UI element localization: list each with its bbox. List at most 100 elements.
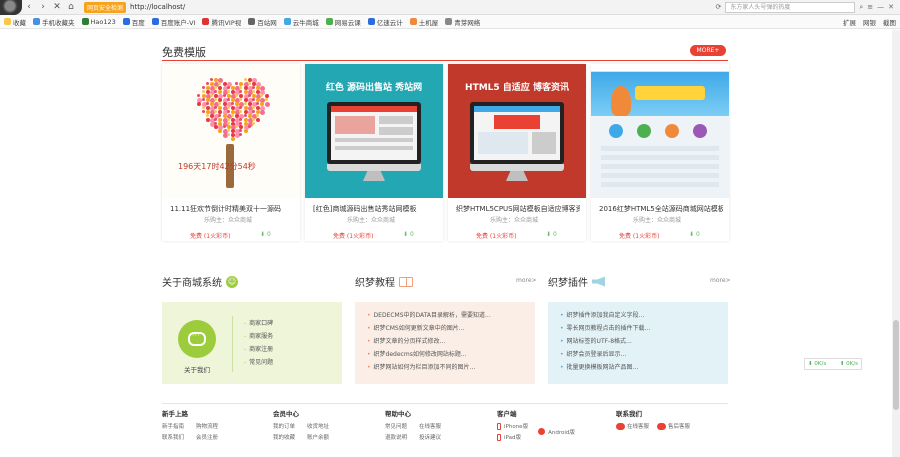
template-thumbnail[interactable]: [591, 64, 729, 198]
qq-online-link[interactable]: 在线客服: [616, 422, 649, 430]
paw-icon: [151, 18, 159, 25]
address-bar[interactable]: http://localhost/: [130, 3, 600, 11]
bookmark-item[interactable]: 收藏: [4, 17, 26, 27]
heart-dot: [222, 94, 226, 98]
heart-dot: [226, 121, 230, 125]
about-label[interactable]: 关于我们: [184, 364, 210, 374]
heart-dot: [247, 94, 251, 98]
search-icon[interactable]: ⌕: [859, 3, 863, 12]
security-badge[interactable]: 网页安全检测: [84, 1, 127, 13]
bookmark-item[interactable]: 青芽网络: [445, 17, 480, 27]
template-thumbnail[interactable]: HTML5 自适应 博客资讯: [448, 64, 586, 198]
ipad-link[interactable]: iPad版: [497, 433, 528, 441]
window-close-icon[interactable]: ✕: [888, 3, 894, 11]
thumbnail-heading: 红色 源码出售站 秀站网: [325, 83, 423, 93]
refresh-icon[interactable]: ⟳: [715, 3, 721, 11]
monitor-graphic: [327, 102, 421, 164]
template-thumbnail[interactable]: 196天17时42分54秒: [162, 64, 300, 198]
list-item[interactable]: 商家注册: [244, 344, 273, 357]
footer-link[interactable]: 收货地址: [307, 422, 329, 430]
list-item[interactable]: 织梦文章的分页样式修改...: [367, 336, 527, 349]
plugins-more-link[interactable]: more>: [710, 277, 731, 284]
footer-link[interactable]: 我的订单: [273, 422, 295, 430]
template-card[interactable]: 红色 源码出售站 秀站网 [红色]商城源码出售站秀站网模板 乐购主：众众商城 免…: [305, 64, 443, 241]
template-card[interactable]: HTML5 自适应 博客资讯 织梦HTML5CPUS网站模板自适应博客资讯 乐购…: [448, 64, 586, 241]
footer-link[interactable]: 在线客服: [419, 422, 441, 430]
minimize-icon[interactable]: —: [877, 3, 884, 11]
heart-dot: [243, 129, 248, 134]
user-avatar[interactable]: [0, 0, 22, 15]
heart-dot: [197, 94, 201, 98]
template-card[interactable]: 196天17时42分54秒 11.11狂欢节倒计时精美双十一源码 乐购主：众众商…: [162, 64, 300, 241]
heart-dot: [201, 105, 205, 109]
close-icon[interactable]: ✕: [50, 2, 64, 12]
bookmark-item[interactable]: Hao123: [81, 18, 116, 26]
list-item[interactable]: 织梦插件添加我自定义字段...: [560, 310, 720, 323]
site-icon: [248, 18, 256, 25]
screenshot-button[interactable]: 截图: [883, 17, 896, 27]
footer-link[interactable]: 新手指南: [162, 422, 184, 430]
bookmark-item[interactable]: 腾讯VIP视: [202, 17, 241, 27]
list-item[interactable]: 网站标签的UTF-8格式...: [560, 336, 720, 349]
footer-link[interactable]: 我的收藏: [273, 433, 295, 441]
heart-dot: [252, 121, 255, 125]
heart-dot: [243, 117, 248, 122]
card-price: 免费 (1火彩币): [619, 233, 660, 240]
list-item[interactable]: DEDECMS中的DATA目录解析，需要知道...: [367, 310, 527, 323]
qq-aftersale-link[interactable]: 售后客服: [657, 422, 690, 430]
card-title[interactable]: 2016红梦HTML5全站源码商城网站模板: [599, 204, 723, 214]
list-item[interactable]: 常见问题: [244, 357, 273, 370]
page-scrollbar[interactable]: [892, 30, 900, 457]
list-item[interactable]: 织梦网站如何为栏目添加不同的图片...: [367, 362, 527, 375]
heart-dot: [226, 105, 230, 109]
chat-icon: [188, 331, 206, 346]
list-item[interactable]: 织梦dedecms如何修改网站标题...: [367, 349, 527, 362]
bookmark-item[interactable]: 云牛商城: [283, 17, 319, 27]
menu-icon[interactable]: ≡: [867, 3, 873, 11]
bookmark-item[interactable]: 土机屋: [409, 17, 438, 27]
home-icon[interactable]: ⌂: [64, 2, 78, 12]
footer-link[interactable]: 常见问题: [385, 422, 407, 430]
list-item[interactable]: 商家服务: [244, 331, 273, 344]
bookmark-item[interactable]: 亿速云计: [367, 17, 403, 27]
iphone-link[interactable]: iPhone版: [497, 422, 528, 430]
list-item[interactable]: 织梦会员登录后显示...: [560, 349, 720, 362]
list-item[interactable]: 零长网页教程点击的插件下载...: [560, 323, 720, 336]
more-button[interactable]: MORE+: [690, 45, 726, 56]
footer-link[interactable]: 账户余额: [307, 433, 329, 441]
bookmark-item[interactable]: 百度: [122, 17, 145, 27]
bookmark-item[interactable]: 网易云课: [325, 17, 361, 27]
list-item[interactable]: 批量更换模板网站产品图...: [560, 362, 720, 375]
footer-link[interactable]: 联系我们: [162, 433, 184, 441]
extensions-button[interactable]: 扩展: [843, 17, 856, 27]
template-card[interactable]: 2016红梦HTML5全站源码商城网站模板 乐购主：众众商城 免费 (1火彩币)…: [591, 64, 729, 241]
template-thumbnail[interactable]: 红色 源码出售站 秀站网: [305, 64, 443, 198]
footer-link[interactable]: 退款说明: [385, 433, 407, 441]
tutorials-more-link[interactable]: more>: [516, 277, 537, 284]
plugins-list: 织梦插件添加我自定义字段... 零长网页教程点击的插件下载... 网站标签的UT…: [560, 310, 720, 375]
about-circle[interactable]: [178, 320, 216, 358]
card-title[interactable]: 11.11狂欢节倒计时精美双十一源码: [170, 204, 294, 214]
footer-link[interactable]: 购物流程: [196, 422, 218, 430]
heart-dot: [256, 117, 261, 122]
search-input[interactable]: 东方家人头号弹的热度: [725, 1, 856, 13]
heart-dot: [235, 82, 239, 86]
qq-icon: [657, 422, 667, 430]
card-author: 乐购主：众众商城: [633, 217, 682, 224]
footer-link[interactable]: 会员注册: [196, 433, 218, 441]
footer-link[interactable]: 投诉建议: [419, 433, 441, 441]
back-icon[interactable]: ‹: [22, 2, 36, 12]
network-speed-widget[interactable]: ⬇ 0K/s ⬆ 0K/s: [804, 358, 862, 370]
list-item[interactable]: 商家口碑: [244, 318, 273, 331]
card-title[interactable]: [红色]商城源码出售站秀站网模板: [313, 204, 437, 214]
bookmark-item[interactable]: 百站网: [248, 17, 277, 27]
heart-dot: [214, 117, 218, 121]
bank-button[interactable]: 网银: [863, 17, 876, 27]
android-link[interactable]: Android版: [538, 422, 575, 441]
bookmark-item[interactable]: 百度账户-VI: [151, 17, 195, 27]
card-title[interactable]: 织梦HTML5CPUS网站模板自适应博客资讯: [456, 204, 580, 214]
bookmark-item[interactable]: 手机收藏夹: [33, 17, 75, 27]
list-item[interactable]: 织梦CMS如何更新文章中的图片...: [367, 323, 527, 336]
forward-icon[interactable]: ›: [36, 2, 50, 12]
scroll-thumb[interactable]: [893, 320, 899, 410]
